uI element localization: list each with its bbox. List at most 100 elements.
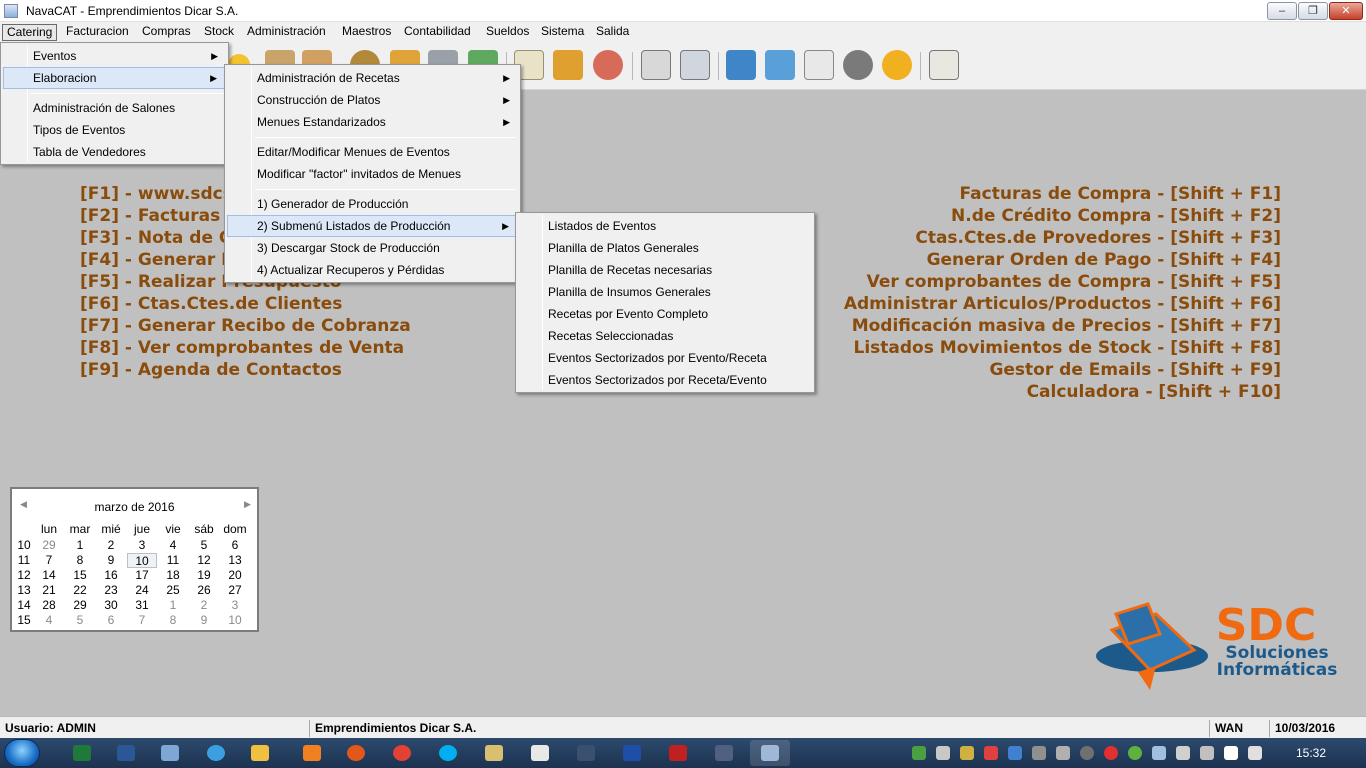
calendar-day[interactable]: 25 (158, 583, 188, 598)
user-icon[interactable] (593, 50, 623, 80)
calendar-day[interactable]: 2 (189, 598, 219, 613)
tray-icon[interactable] (984, 746, 998, 760)
calendar-day[interactable]: 20 (220, 568, 250, 583)
power-icon[interactable] (1200, 746, 1214, 760)
menu-item-actualizar-recuperos[interactable]: 4) Actualizar Recuperos y Pérdidas (227, 259, 518, 281)
taskbar-ie[interactable] (196, 740, 236, 766)
truck-icon[interactable] (553, 50, 583, 80)
shortcut-f4[interactable]: [F4] - Generar R (80, 250, 234, 270)
shortcut-f3[interactable]: [F3] - Nota de Cr (80, 228, 240, 248)
shortcut-shift-f10[interactable]: Calculadora - [Shift + F10] (1027, 382, 1281, 402)
menu-item-generador-produccion[interactable]: 1) Generador de Producción (227, 193, 518, 215)
calendar-day[interactable]: 10 (127, 553, 157, 568)
menu-sistema[interactable]: Sistema (537, 24, 588, 41)
menu-item-editar-menues[interactable]: Editar/Modificar Menues de Eventos (227, 141, 518, 163)
calendar-day[interactable]: 5 (189, 538, 219, 553)
tray-icon[interactable] (912, 746, 926, 760)
shortcut-shift-f8[interactable]: Listados Movimientos de Stock - [Shift +… (854, 338, 1281, 358)
minimize-button[interactable]: – (1267, 2, 1297, 20)
taskbar-filezilla[interactable] (658, 740, 698, 766)
tray-icon[interactable] (936, 746, 950, 760)
menu-item-listados-eventos[interactable]: Listados de Eventos (518, 215, 812, 237)
menu-item-tipos-eventos[interactable]: Tipos de Eventos (3, 119, 226, 141)
calendar-day[interactable]: 22 (65, 583, 95, 598)
settings-icon[interactable] (882, 50, 912, 80)
menu-item-sectorizados-receta-evento[interactable]: Eventos Sectorizados por Receta/Evento (518, 369, 812, 391)
calendar-day[interactable]: 1 (158, 598, 188, 613)
flag-icon[interactable] (1176, 746, 1190, 760)
taskbar-skype[interactable] (428, 740, 468, 766)
calendar-day[interactable]: 15 (65, 568, 95, 583)
menu-contabilidad[interactable]: Contabilidad (400, 24, 475, 41)
calendar-day[interactable]: 3 (220, 598, 250, 613)
calendar-day[interactable]: 7 (34, 553, 64, 568)
shortcut-shift-f4[interactable]: Generar Orden de Pago - [Shift + F4] (927, 250, 1281, 270)
start-button[interactable] (4, 739, 40, 767)
menu-item-eventos[interactable]: Eventos ▶ (3, 45, 226, 67)
calendar-day[interactable]: 1 (65, 538, 95, 553)
network-icon[interactable] (765, 50, 795, 80)
menu-administracion[interactable]: Administración (243, 24, 330, 41)
shortcut-shift-f2[interactable]: N.de Crédito Compra - [Shift + F2] (951, 206, 1281, 226)
tray-icon[interactable] (1032, 746, 1046, 760)
calendar-day[interactable]: 11 (158, 553, 188, 568)
taskbar-network[interactable] (612, 740, 652, 766)
calendar-day[interactable]: 19 (189, 568, 219, 583)
calendar-day[interactable]: 31 (127, 598, 157, 613)
taskbar-chrome[interactable] (382, 740, 422, 766)
taskbar-media[interactable] (292, 740, 332, 766)
calendar-day[interactable]: 28 (34, 598, 64, 613)
calendar-day[interactable]: 5 (65, 613, 95, 628)
menu-item-menues-estandarizados[interactable]: Menues Estandarizados ▶ (227, 111, 518, 133)
taskbar-navacat[interactable] (704, 740, 744, 766)
calendar-day[interactable]: 3 (127, 538, 157, 553)
calendar-day[interactable]: 13 (220, 553, 250, 568)
calendar-day[interactable]: 18 (158, 568, 188, 583)
shortcut-shift-f1[interactable]: Facturas de Compra - [Shift + F1] (960, 184, 1281, 204)
menu-item-planilla-platos[interactable]: Planilla de Platos Generales (518, 237, 812, 259)
menu-item-tabla-vendedores[interactable]: Tabla de Vendedores (3, 141, 226, 163)
menu-catering[interactable]: Catering (2, 24, 58, 41)
keyboard-icon[interactable] (680, 50, 710, 80)
menu-item-administracion-salones[interactable]: Administración de Salones (3, 97, 226, 119)
calendar-day[interactable]: 6 (220, 538, 250, 553)
calendar-day[interactable]: 8 (65, 553, 95, 568)
calendar-day[interactable]: 4 (158, 538, 188, 553)
menu-item-recetas-evento[interactable]: Recetas por Evento Completo (518, 303, 812, 325)
menu-item-planilla-insumos[interactable]: Planilla de Insumos Generales (518, 281, 812, 303)
shortcut-f7[interactable]: [F7] - Generar Recibo de Cobranza (80, 316, 411, 336)
shortcut-f1[interactable]: [F1] - www.sdcs (80, 184, 233, 204)
menu-facturacion[interactable]: Facturacion (62, 24, 133, 41)
shortcut-f8[interactable]: [F8] - Ver comprobantes de Venta (80, 338, 404, 358)
calendar-day[interactable]: 12 (189, 553, 219, 568)
calendar-day[interactable]: 29 (34, 538, 64, 553)
menu-item-construccion-platos[interactable]: Construcción de Platos ▶ (227, 89, 518, 111)
calendar-day[interactable]: 17 (127, 568, 157, 583)
volume-icon[interactable] (1248, 746, 1262, 760)
calendar-day[interactable]: 26 (189, 583, 219, 598)
tray-icon[interactable] (1104, 746, 1118, 760)
calendar-day[interactable]: 30 (96, 598, 126, 613)
next-month-icon[interactable]: ▶ (244, 499, 251, 510)
monitor-icon[interactable] (726, 50, 756, 80)
calendar-day[interactable]: 23 (96, 583, 126, 598)
close-button[interactable]: ✕ (1329, 2, 1363, 20)
tray-icon[interactable] (1080, 746, 1094, 760)
shortcut-f9[interactable]: [F9] - Agenda de Contactos (80, 360, 342, 380)
menu-item-sectorizados-evento-receta[interactable]: Eventos Sectorizados por Evento/Receta (518, 347, 812, 369)
calculator-icon[interactable] (641, 50, 671, 80)
calendar-day[interactable]: 7 (127, 613, 157, 628)
shortcut-shift-f9[interactable]: Gestor de Emails - [Shift + F9] (989, 360, 1281, 380)
calendar-day[interactable]: 6 (96, 613, 126, 628)
shortcut-shift-f3[interactable]: Ctas.Ctes.de Provedores - [Shift + F3] (915, 228, 1281, 248)
notes-icon[interactable] (929, 50, 959, 80)
tray-icon[interactable] (1152, 746, 1166, 760)
taskbar-window[interactable] (520, 740, 560, 766)
tray-icon[interactable] (1056, 746, 1070, 760)
menu-item-planilla-recetas[interactable]: Planilla de Recetas necesarias (518, 259, 812, 281)
taskbar-tool[interactable] (566, 740, 606, 766)
taskbar-firefox[interactable] (336, 740, 376, 766)
calendar-day[interactable]: 27 (220, 583, 250, 598)
menu-salida[interactable]: Salida (592, 24, 633, 41)
maximize-button[interactable]: ❐ (1298, 2, 1328, 20)
